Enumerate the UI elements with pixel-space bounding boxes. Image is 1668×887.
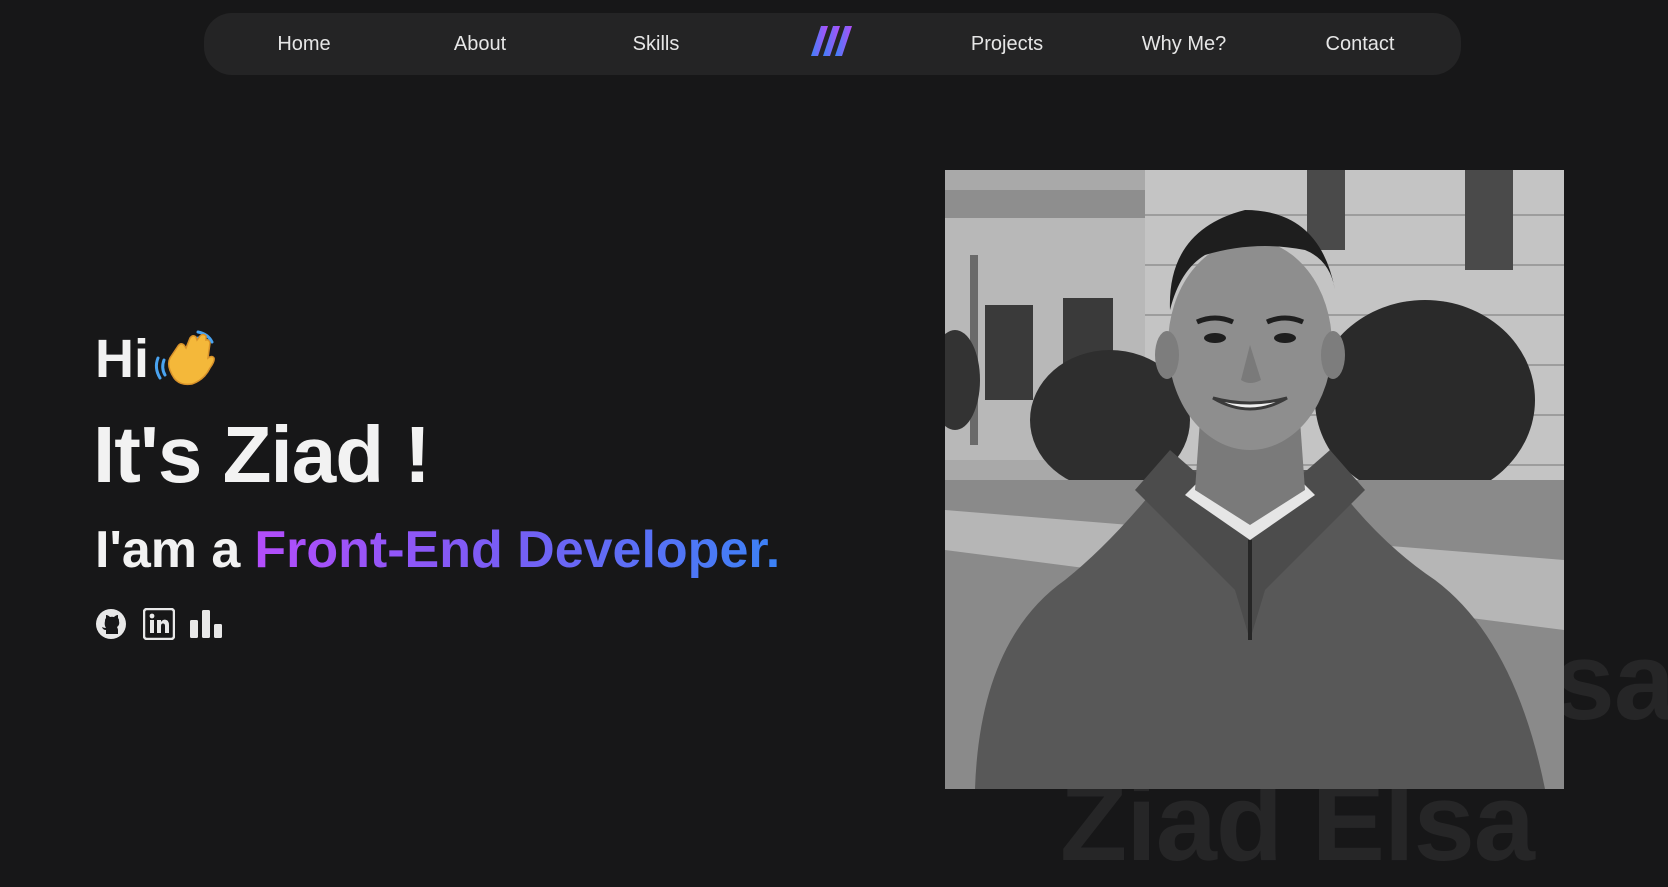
nav-link-about[interactable]: About [454, 13, 506, 75]
role-highlight: Front-End Developer. [254, 521, 781, 579]
role-prefix: I'am a [95, 521, 241, 579]
nav-link-why-me[interactable]: Why Me? [1142, 13, 1226, 75]
profile-photo [945, 170, 1564, 789]
triple-slash-logo-icon[interactable] [811, 26, 857, 56]
nav-link-projects[interactable]: Projects [971, 13, 1043, 75]
stats-icon[interactable] [189, 608, 225, 640]
linkedin-icon[interactable] [143, 608, 175, 640]
name-heading: It's Ziad ! [93, 410, 431, 499]
github-icon[interactable] [95, 608, 127, 640]
top-nav: Home About Skills Projects Why Me? Conta… [204, 13, 1461, 75]
greeting-text: Hi [95, 329, 149, 389]
nav-link-skills[interactable]: Skills [633, 13, 680, 75]
role-heading: I'am a Front-End Developer. [95, 518, 780, 582]
watermark-text-line-1: sa [1553, 620, 1668, 743]
nav-link-home[interactable]: Home [277, 13, 330, 75]
nav-link-contact[interactable]: Contact [1326, 13, 1395, 75]
waving-hand-icon [154, 330, 215, 386]
